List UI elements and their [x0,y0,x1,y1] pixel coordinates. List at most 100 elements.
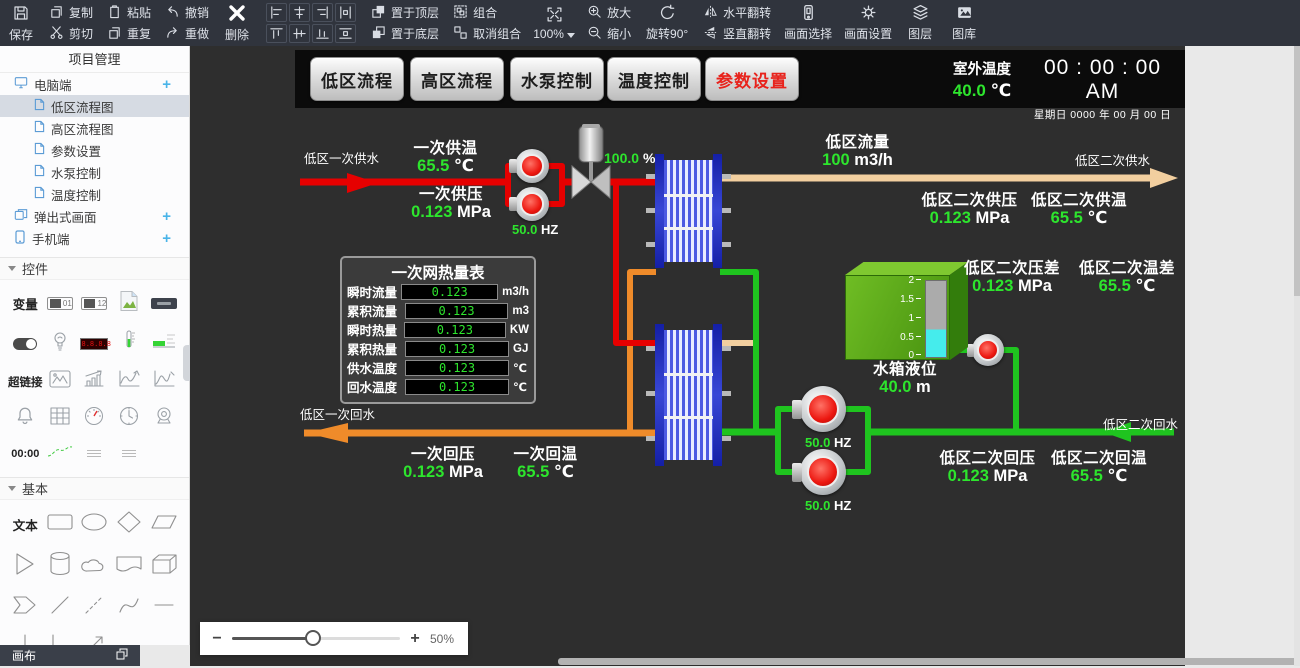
paste-button[interactable]: 粘贴 [107,4,151,22]
heat-exchanger-1[interactable] [655,160,722,262]
controls-section-header[interactable]: 控件 [0,257,189,280]
control-alarm-bell[interactable] [15,406,35,431]
control-text-widget-1[interactable] [87,450,101,458]
sidebar-collapse-handle[interactable] [183,345,190,381]
screen-settings-button[interactable]: 画面设置 [838,0,898,46]
zoom-out-button[interactable]: 缩小 [587,25,631,43]
shape-cube[interactable] [150,552,178,581]
horizontal-scrollbar[interactable] [558,658,1298,665]
undo-button[interactable]: 撤销 [165,4,209,22]
shape-cylinder[interactable] [48,551,72,582]
heat-meter-table[interactable]: 一次网热量表 瞬时流量0.123m3/h 累积流量0.123m3 瞬时热量0.1… [340,256,536,404]
tree-page-high-zone[interactable]: 高区流程图 [0,117,189,139]
group-button[interactable]: 组合 [453,4,521,22]
control-bulb[interactable] [51,331,69,356]
tree-page-low-zone[interactable]: 低区流程图 [0,95,189,117]
shape-text[interactable]: 文本 [13,515,38,534]
shape-triangle[interactable] [14,552,36,581]
primary-pump-1[interactable] [515,149,549,183]
control-webcam[interactable] [154,406,174,431]
shape-chevron[interactable] [12,594,38,621]
water-tank[interactable]: 2 1.5 1 0.5 0 [845,262,968,362]
send-back-button[interactable]: 置于底层 [371,25,439,43]
redo-button[interactable]: 重做 [165,25,209,43]
align-top-button[interactable] [266,24,287,43]
gallery-button[interactable]: 图库 [942,0,986,46]
align-center-h-button[interactable] [289,3,310,22]
tree-node-mobile[interactable]: 手机端 + [0,227,189,249]
control-toggle-12[interactable]: 12 [81,297,107,310]
layers-button[interactable]: 图层 [898,0,942,46]
align-middle-v-button[interactable] [289,24,310,43]
tree-node-popup[interactable]: 弹出式画面 + [0,205,189,227]
shape-line[interactable] [49,594,71,621]
secondary-pump-a[interactable] [800,386,846,432]
canvas-zoom-level[interactable]: 100% [528,0,580,46]
distribute-h-button[interactable] [335,3,356,22]
shape-curve[interactable] [117,594,141,621]
add-page-button[interactable]: + [162,76,171,93]
tree-page-temp-control[interactable]: 温度控制 [0,183,189,205]
canvas-tab[interactable]: 画布 [0,645,140,666]
shape-ellipse[interactable] [80,512,108,537]
zoom-slider[interactable] [232,637,400,640]
tree-node-pc[interactable]: 电脑端 + [0,73,189,95]
cut-button[interactable]: 剪切 [49,25,93,43]
screen-select-button[interactable]: 画面选择 [778,0,838,46]
copy-button[interactable]: 复制 [49,4,93,22]
duplicate-button[interactable]: 重复 [107,25,151,43]
secondary-pump-b[interactable] [800,449,846,495]
shape-dashed-line[interactable] [83,594,105,621]
distribute-v-button[interactable] [335,24,356,43]
ungroup-button[interactable]: 取消组合 [453,25,521,43]
control-image-doc[interactable] [118,290,140,317]
zoom-plus-button[interactable]: + [408,630,422,648]
control-hyperlink[interactable]: 超链接 [8,374,43,390]
shape-banner[interactable] [115,554,143,579]
control-gauge[interactable] [84,406,104,431]
align-right-button[interactable] [312,3,333,22]
control-trend-chart[interactable] [153,370,175,393]
primary-pump-2[interactable] [515,187,549,221]
flip-horizontal-button[interactable]: 水平翻转 [703,4,771,22]
control-text-widget-2[interactable] [122,450,136,458]
delete-button[interactable]: 删除 [216,0,258,46]
add-popup-button[interactable]: + [162,208,171,225]
control-switch[interactable] [13,338,37,350]
shape-parallelogram[interactable] [150,513,178,536]
control-variable[interactable]: 变量 [13,294,38,313]
shape-cloud[interactable] [80,554,108,579]
control-bar-chart[interactable] [83,370,105,393]
tank-pump[interactable] [972,334,1004,366]
tree-page-parameters[interactable]: 参数设置 [0,139,189,161]
control-sparkline[interactable] [47,444,73,463]
basic-section-header[interactable]: 基本 [0,477,189,500]
bring-front-button[interactable]: 置于顶层 [371,4,439,22]
heat-exchanger-2[interactable] [655,330,722,460]
vertical-scrollbar[interactable] [1294,46,1300,666]
hmi-canvas[interactable]: 低区流程 高区流程 水泵控制 温度控制 参数设置 室外温度 40.0 ℃ 00 … [190,46,1185,666]
add-mobile-button[interactable]: + [162,230,171,247]
control-level-meter[interactable] [152,333,176,354]
control-table[interactable] [50,407,70,430]
rotate-90-button[interactable]: 旋转90° [638,0,696,46]
zoom-in-button[interactable]: 放大 [587,4,631,22]
control-time[interactable]: 00:00 [11,448,39,460]
shape-hline[interactable] [153,594,175,621]
zoom-slider-knob[interactable] [305,630,321,646]
align-bottom-button[interactable] [312,24,333,43]
align-left-button[interactable] [266,3,287,22]
control-thermometer[interactable] [121,330,137,357]
restore-window-icon[interactable] [116,648,128,663]
control-toggle-01[interactable]: 01 [47,297,73,310]
tree-page-pump-control[interactable]: 水泵控制 [0,161,189,183]
save-button[interactable]: 保存 [0,0,42,46]
control-led-display[interactable]: 8.8.8.8 [80,338,108,350]
shape-rectangle[interactable] [46,512,74,537]
flip-vertical-button[interactable]: 竖直翻转 [703,25,771,43]
shape-diamond[interactable] [116,510,142,539]
control-curve-chart[interactable] [118,370,140,393]
control-clock[interactable] [119,406,139,431]
zoom-minus-button[interactable]: − [210,630,224,648]
control-button[interactable] [151,298,177,309]
